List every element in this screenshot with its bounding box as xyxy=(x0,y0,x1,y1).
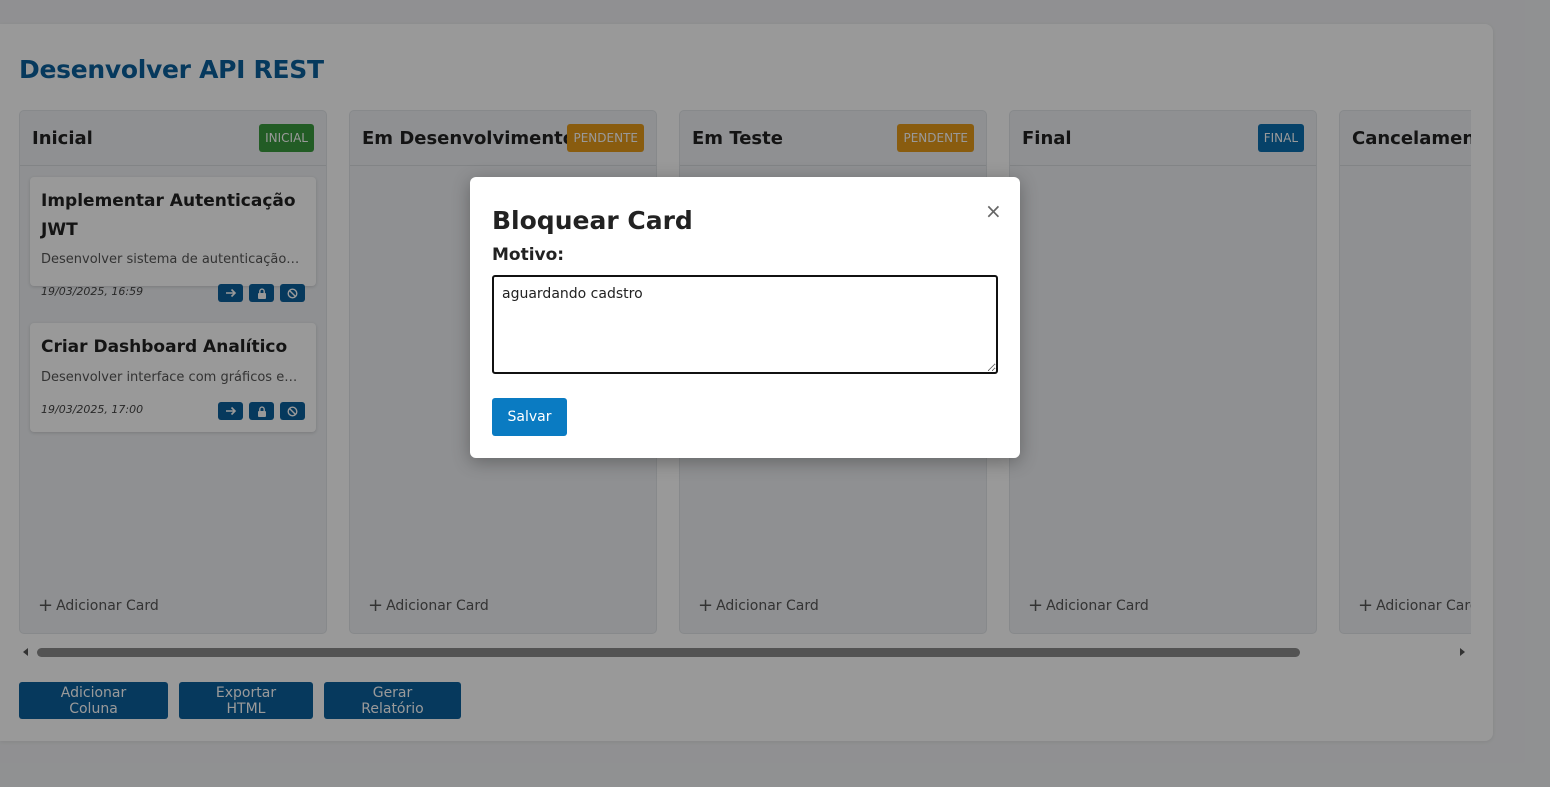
reason-textarea[interactable]: aguardando cadstro xyxy=(492,275,998,374)
save-button[interactable]: Salvar xyxy=(492,398,567,436)
block-card-modal: Bloquear Card × Motivo: aguardando cadst… xyxy=(470,177,1020,458)
modal-title: Bloquear Card xyxy=(492,206,693,235)
close-icon[interactable]: × xyxy=(985,201,1002,221)
reason-label: Motivo: xyxy=(492,245,565,265)
